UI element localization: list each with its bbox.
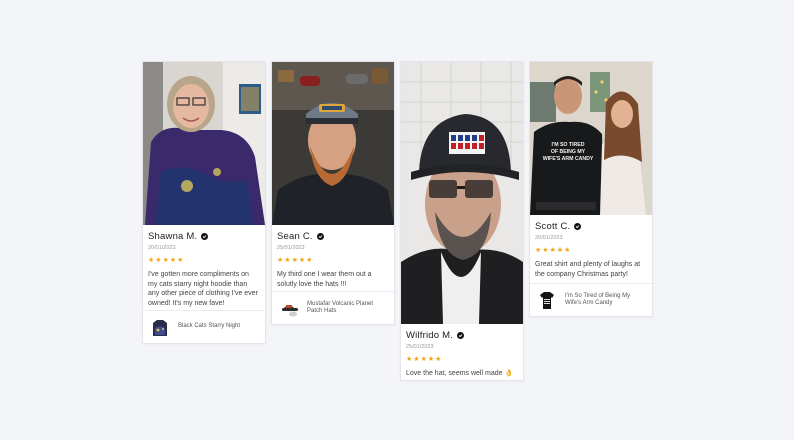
verified-badge-icon bbox=[316, 233, 324, 240]
review-card[interactable]: I'M SO TIRED OF BEING MY WIFE'S ARM CAND… bbox=[529, 61, 653, 317]
rating-stars: ★ ★ ★ ★ ★ bbox=[148, 257, 260, 264]
review-photo[interactable]: I'M SO TIRED OF BEING MY WIFE'S ARM CAND… bbox=[530, 62, 652, 215]
star-icon: ★ bbox=[406, 356, 413, 363]
star-icon: ★ bbox=[535, 247, 542, 254]
reviewer-name: Shawna M. bbox=[148, 231, 198, 242]
reviewer-name: Wilfrido M. bbox=[406, 330, 454, 341]
verified-badge-icon bbox=[201, 233, 209, 240]
star-icon: ★ bbox=[177, 257, 184, 264]
product-thumbnail bbox=[282, 305, 298, 317]
reviewer-name: Scott C. bbox=[535, 221, 571, 232]
product-link[interactable]: Black Cats Starry Night bbox=[143, 310, 265, 343]
star-icon: ★ bbox=[556, 247, 564, 254]
shirt-print-line: OF BEING MY bbox=[551, 149, 586, 155]
review-date: 25/01/2023 bbox=[406, 344, 434, 350]
star-icon: ★ bbox=[435, 356, 442, 363]
review-photo[interactable] bbox=[272, 62, 394, 225]
product-thumbnail bbox=[153, 320, 167, 336]
rating-stars: ★ ★ ★ ★ ★ bbox=[406, 356, 518, 363]
product-link[interactable]: Mustafar Volcanic Planet Patch Hats bbox=[272, 291, 394, 324]
product-name: Black Cats Starry Night bbox=[178, 323, 241, 330]
star-icon: ★ bbox=[148, 257, 155, 264]
star-icon: ★ bbox=[549, 247, 556, 254]
review-card[interactable]: Wilfrido M. 25/01/2023 ★ ★ ★ ★ ★ Love the ha… bbox=[400, 61, 524, 381]
verified-badge-icon bbox=[574, 223, 582, 230]
star-icon: ★ bbox=[284, 257, 291, 264]
star-icon: ★ bbox=[298, 257, 306, 264]
star-icon: ★ bbox=[542, 247, 549, 254]
star-icon: ★ bbox=[427, 356, 435, 363]
review-text: I've gotten more compliments on my cats … bbox=[148, 271, 258, 307]
review-photo[interactable] bbox=[401, 62, 523, 324]
review-card[interactable]: Sean C. 25/01/2023 ★ ★ ★ ★ ★ My third one I … bbox=[271, 61, 395, 325]
reviewer-name: Sean C. bbox=[277, 231, 313, 242]
product-link[interactable]: I'm So Tired of Being My Wife's Arm Cand… bbox=[530, 283, 652, 316]
star-icon: ★ bbox=[155, 257, 162, 264]
star-icon: ★ bbox=[420, 356, 427, 363]
star-icon: ★ bbox=[291, 257, 298, 264]
star-icon: ★ bbox=[564, 247, 571, 254]
review-card[interactable]: Shawna M. 20/01/2023 ★ ★ ★ ★ ★ I've gotten m… bbox=[142, 61, 266, 344]
rating-stars: ★ ★ ★ ★ ★ bbox=[277, 257, 389, 264]
star-icon: ★ bbox=[277, 257, 284, 264]
review-photo[interactable] bbox=[143, 62, 265, 225]
review-text: Great shirt and plenty of laughs at the … bbox=[535, 261, 641, 278]
review-date: 20/01/2023 bbox=[148, 245, 176, 251]
verified-badge-icon bbox=[457, 332, 465, 339]
rating-stars: ★ ★ ★ ★ ★ bbox=[535, 247, 647, 254]
product-name: I'm So Tired of Being My Wife's Arm Cand… bbox=[565, 292, 631, 307]
review-date: 20/01/2023 bbox=[535, 235, 563, 241]
review-text: My third one I wear them out a solutly l… bbox=[277, 271, 372, 288]
star-icon: ★ bbox=[413, 356, 420, 363]
shirt-print-line: I'M SO TIRED bbox=[552, 142, 585, 148]
review-date: 25/01/2023 bbox=[277, 245, 305, 251]
shirt-print-line: WIFE'S ARM CANDY bbox=[543, 156, 594, 162]
product-thumbnail bbox=[540, 292, 554, 309]
product-name: Mustafar Volcanic Planet Patch Hats bbox=[307, 300, 374, 315]
star-icon: ★ bbox=[169, 257, 177, 264]
star-icon: ★ bbox=[162, 257, 169, 264]
review-text: Love the hat, seems well made 👌 bbox=[406, 370, 514, 377]
star-icon: ★ bbox=[306, 257, 313, 264]
